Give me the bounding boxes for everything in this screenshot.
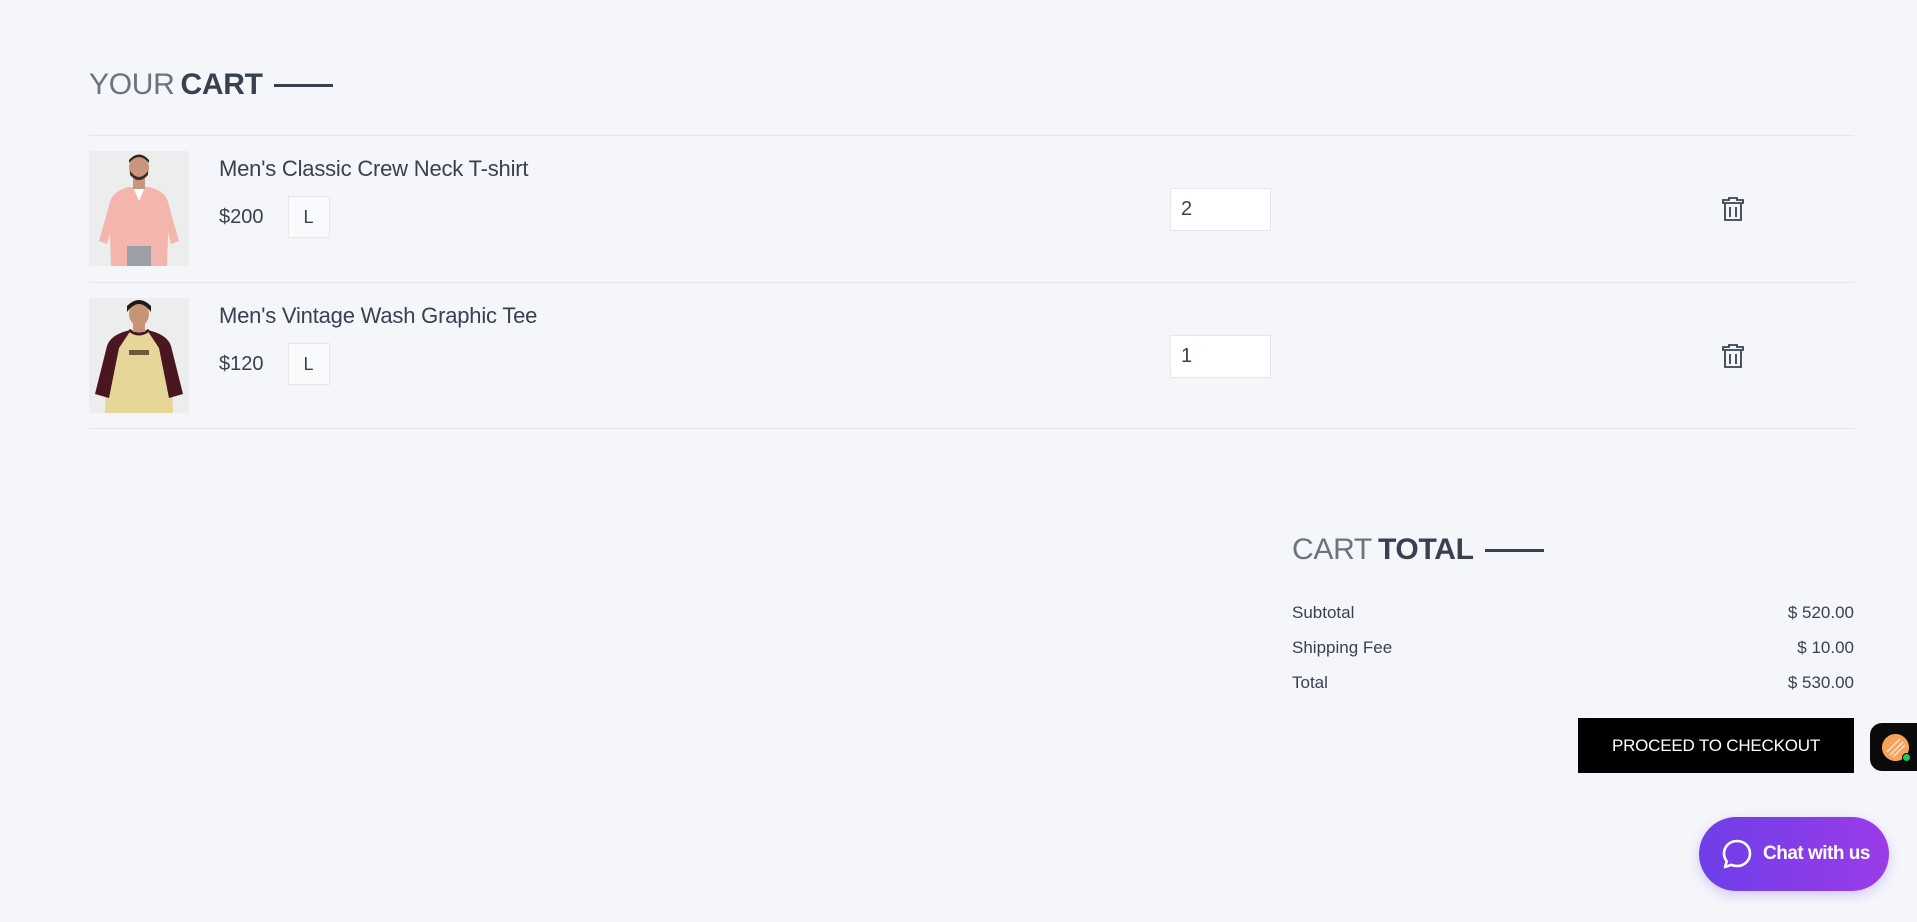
checkout-wrap: PROCEED TO CHECKOUT [1292, 718, 1854, 773]
chat-with-us-button[interactable]: Chat with us [1699, 817, 1889, 891]
chat-label: Chat with us [1763, 843, 1870, 864]
shipping-value: $ 10.00 [1797, 637, 1854, 657]
total-row: Total $ 530.00 [1292, 665, 1854, 700]
trash-icon [1722, 344, 1744, 368]
totals-rows: Subtotal $ 520.00 Shipping Fee $ 10.00 T… [1292, 595, 1854, 700]
product-name[interactable]: Men's Classic Crew Neck T-shirt [219, 156, 529, 182]
chat-bubble-icon [1722, 839, 1752, 869]
support-widget-tab[interactable] [1870, 723, 1917, 771]
trash-icon [1722, 197, 1744, 221]
subtotal-row: Subtotal $ 520.00 [1292, 595, 1854, 630]
online-status-dot [1902, 753, 1911, 762]
quantity-input[interactable] [1170, 188, 1271, 231]
size-badge: L [287, 196, 330, 238]
proceed-to-checkout-button[interactable]: PROCEED TO CHECKOUT [1578, 718, 1854, 773]
remove-item-button[interactable] [1718, 341, 1748, 371]
totals-heading-light: CART [1292, 533, 1372, 566]
product-image[interactable] [89, 151, 189, 266]
totals-heading: CART TOTAL [1292, 533, 1854, 567]
quantity-input[interactable] [1170, 335, 1271, 378]
heading-rule [273, 83, 333, 87]
shipping-row: Shipping Fee $ 10.00 [1292, 630, 1854, 665]
size-badge: L [287, 343, 330, 385]
cart-totals: CART TOTAL Subtotal $ 520.00 Shipping Fe… [1292, 533, 1854, 773]
cart-items-list: Men's Classic Crew Neck T-shirt $200 L 2… [89, 135, 1854, 429]
totals-heading-bold: TOTAL [1377, 533, 1474, 566]
product-meta: $200 L [219, 196, 330, 238]
cart-heading-bold: CART [180, 68, 263, 101]
product-price: $120 [219, 352, 264, 375]
cart-item: Men's Vintage Wash Graphic Tee $120 L [89, 282, 1854, 429]
product-price: $200 [219, 205, 264, 228]
product-name[interactable]: Men's Vintage Wash Graphic Tee [219, 303, 537, 329]
cart-heading-light: YOUR [89, 68, 175, 101]
product-meta: $120 L [219, 343, 330, 385]
subtotal-value: $ 520.00 [1787, 602, 1854, 622]
cart-item: Men's Classic Crew Neck T-shirt $200 L [89, 135, 1854, 282]
total-label: Total [1292, 672, 1328, 692]
product-photo-icon [89, 151, 189, 266]
cart-heading: YOUR CART [89, 68, 333, 102]
shipping-label: Shipping Fee [1292, 637, 1393, 657]
heading-rule [1484, 548, 1544, 552]
product-image[interactable] [89, 298, 189, 413]
total-value: $ 530.00 [1787, 672, 1854, 692]
subtotal-label: Subtotal [1292, 602, 1355, 622]
remove-item-button[interactable] [1718, 194, 1748, 224]
product-photo-icon [89, 298, 189, 413]
